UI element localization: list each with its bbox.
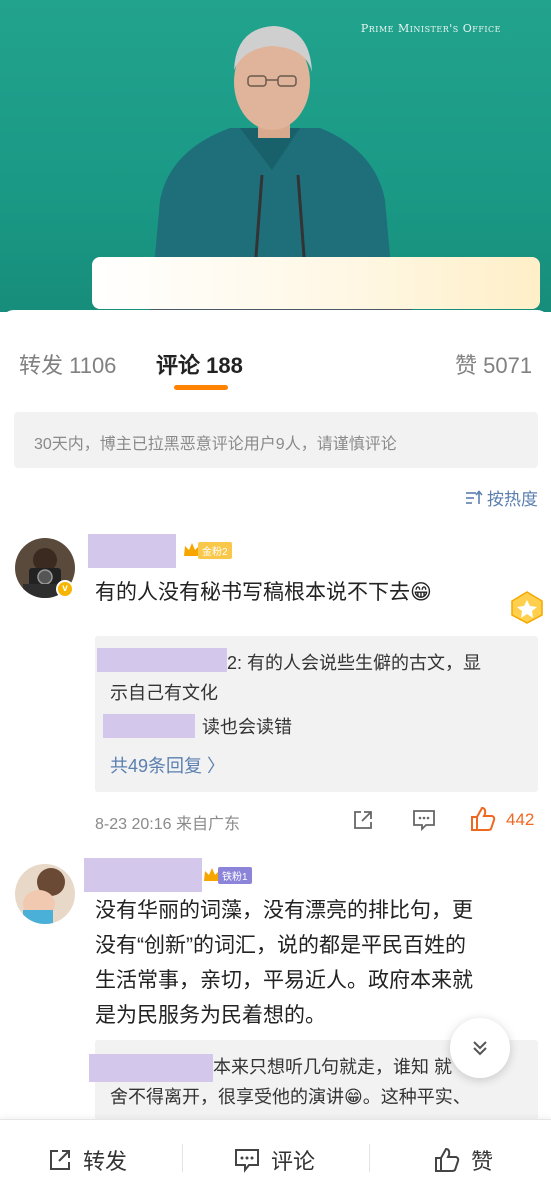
- more-replies-link[interactable]: 共49条回复 〉: [110, 752, 225, 778]
- bottom-action-bar: 转发 评论 赞: [0, 1119, 551, 1194]
- hot-comment-highlight: [92, 257, 540, 309]
- fan-badge-label: 金粉2: [198, 541, 232, 559]
- comment-icon[interactable]: [411, 808, 437, 832]
- comment-label: 评论: [271, 1149, 316, 1174]
- moderation-notice: 30天内，博主已拉黑恶意评论用户9人，请谨慎评论: [14, 412, 538, 468]
- repost-button[interactable]: 转发: [47, 1144, 127, 1176]
- username-redacted[interactable]: [88, 534, 176, 568]
- like-icon[interactable]: [469, 805, 497, 833]
- reply-text: 读也会读错: [202, 717, 292, 737]
- fan-badge-label: 铁粉1: [218, 866, 252, 884]
- divider: [182, 1144, 183, 1172]
- comment-icon: [235, 1149, 259, 1173]
- avatar-image: [15, 864, 75, 924]
- tab-bar: 转发 1106 评论 188 赞 5071: [0, 310, 551, 392]
- verified-badge-icon: v: [56, 580, 74, 598]
- avatar[interactable]: [15, 864, 75, 924]
- username-redacted[interactable]: [84, 858, 202, 892]
- comment-text: 有的人没有秘书写稿根本说不下去😁: [95, 581, 432, 604]
- sort-button[interactable]: 按热度: [465, 485, 538, 510]
- like-count: 442: [506, 810, 535, 829]
- reply-text: 舍不得离开，很享受他的演讲😁。这种平实、: [110, 1087, 471, 1107]
- comment-button[interactable]: 评论: [233, 1144, 315, 1176]
- share-icon[interactable]: [351, 808, 375, 832]
- fan-badge: 金粉2: [182, 541, 232, 559]
- divider: [369, 1144, 370, 1172]
- like-icon: [435, 1147, 460, 1172]
- like-label: 赞: [471, 1149, 494, 1174]
- comment-text-line: 没有华丽的词藻，没有漂亮的排比句，更: [95, 899, 473, 922]
- broadcaster-watermark: Prime Minister's Office: [360, 22, 501, 35]
- like-button[interactable]: 赞: [433, 1144, 493, 1176]
- share-icon: [50, 1150, 70, 1170]
- reply-username-redacted[interactable]: [89, 1054, 213, 1082]
- comment-text-line: 生活常事，亲切，平易近人。政府本来就: [95, 969, 473, 992]
- fan-badge: 铁粉1: [202, 866, 252, 884]
- reply-text: 2: 有的人会说些生僻的古文，显: [227, 653, 482, 673]
- repost-label: 转发: [83, 1149, 128, 1174]
- tab-repost[interactable]: 转发 1106: [19, 348, 116, 380]
- reply-username-redacted[interactable]: [103, 714, 195, 738]
- reply-text: 本来只想听几句就走，谁知 就: [213, 1057, 452, 1077]
- comment-text-line: 是为民服务为民着想的。: [95, 1004, 326, 1027]
- reply-username-redacted[interactable]: [97, 648, 227, 672]
- sort-icon: [466, 489, 483, 504]
- reply-box[interactable]: 2: 有的人会说些生僻的古文，显 示自己有文化 读也会读错 共49条回复 〉: [95, 636, 538, 792]
- double-chevron-down-icon: [473, 1041, 487, 1056]
- hot-badge-icon: [511, 591, 543, 624]
- tab-comments[interactable]: 评论 188: [156, 348, 243, 380]
- active-tab-indicator: [174, 385, 228, 390]
- comment-time-source: 8-23 20:16 来自广东: [95, 816, 240, 833]
- comment-text-line: 没有“创新”的词汇，说的都是平民百姓的: [95, 934, 466, 957]
- tab-likes[interactable]: 赞 5071: [455, 348, 532, 380]
- sort-label: 按热度: [487, 490, 538, 509]
- scroll-down-button[interactable]: [450, 1018, 510, 1078]
- reply-text: 示自己有文化: [110, 683, 218, 703]
